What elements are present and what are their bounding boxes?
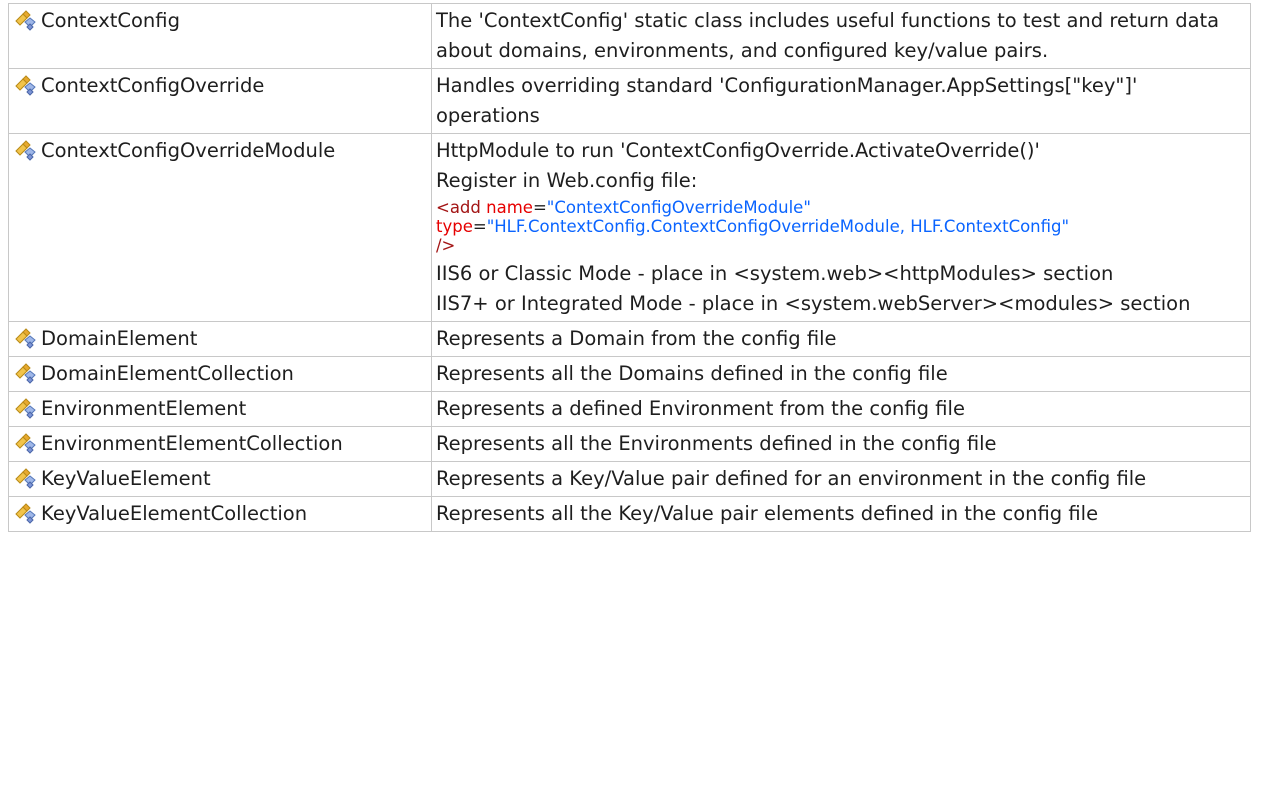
table-row: EnvironmentElement Represents a defined … — [8, 391, 1251, 427]
table-row: ContextConfig The 'ContextConfig' static… — [8, 3, 1251, 69]
class-description: The 'ContextConfig' static class include… — [431, 3, 1251, 69]
class-description: Represents all the Environments defined … — [431, 426, 1251, 462]
class-description: Represents a Domain from the config file — [431, 321, 1251, 357]
table-row: DomainElement Represents a Domain from t… — [8, 321, 1251, 357]
code-equals: = — [532, 198, 547, 217]
code-attr: type — [436, 217, 473, 236]
class-description: Represents all the Key/Value pair elemen… — [431, 496, 1251, 532]
class-icon — [13, 431, 39, 461]
class-description: HttpModule to run 'ContextConfigOverride… — [431, 133, 1251, 322]
description-line: IIS6 or Classic Mode - place in <system.… — [436, 262, 1114, 285]
code-tag-close: /> — [436, 236, 456, 255]
class-name[interactable]: ContextConfigOverrideModule — [39, 133, 432, 322]
class-name[interactable]: ContextConfig — [39, 3, 432, 69]
class-name[interactable]: DomainElement — [39, 321, 432, 357]
table-row: EnvironmentElementCollection Represents … — [8, 426, 1251, 462]
class-name[interactable]: ContextConfigOverride — [39, 68, 432, 134]
class-description: Represents a defined Environment from th… — [431, 391, 1251, 427]
code-tag-open: <add — [436, 198, 487, 217]
description-line: IIS7+ or Integrated Mode - place in <sys… — [436, 292, 1191, 315]
code-snippet: <add name="ContextConfigOverrideModule" t… — [436, 198, 1244, 255]
class-icon — [13, 73, 39, 103]
class-icon — [13, 361, 39, 391]
class-icon — [13, 326, 39, 356]
class-icon — [13, 466, 39, 496]
class-icon — [13, 8, 39, 38]
class-name[interactable]: EnvironmentElement — [39, 391, 432, 427]
class-icon — [13, 138, 39, 168]
class-name[interactable]: KeyValueElement — [39, 461, 432, 497]
class-icon — [13, 396, 39, 426]
description-line: Register in Web.config file: — [436, 169, 698, 192]
code-attr: name — [486, 198, 533, 217]
table-row: ContextConfigOverrideModule HttpModule t… — [8, 133, 1251, 322]
table-row: DomainElementCollection Represents all t… — [8, 356, 1251, 392]
class-name[interactable]: KeyValueElementCollection — [39, 496, 432, 532]
class-table: ContextConfig The 'ContextConfig' static… — [8, 3, 1251, 532]
description-line: HttpModule to run 'ContextConfigOverride… — [436, 139, 1040, 162]
class-description: Represents a Key/Value pair defined for … — [431, 461, 1251, 497]
table-row: KeyValueElementCollection Represents all… — [8, 496, 1251, 532]
code-value: "HLF.ContextConfig.ContextConfigOverride… — [486, 217, 1070, 236]
code-value: "ContextConfigOverrideModule" — [546, 198, 811, 217]
code-equals: = — [472, 217, 487, 236]
class-name[interactable]: DomainElementCollection — [39, 356, 432, 392]
class-description: Represents all the Domains defined in th… — [431, 356, 1251, 392]
table-row: ContextConfigOverride Handles overriding… — [8, 68, 1251, 134]
class-icon — [13, 501, 39, 531]
class-description: Handles overriding standard 'Configurati… — [431, 68, 1251, 134]
class-name[interactable]: EnvironmentElementCollection — [39, 426, 432, 462]
table-row: KeyValueElement Represents a Key/Value p… — [8, 461, 1251, 497]
